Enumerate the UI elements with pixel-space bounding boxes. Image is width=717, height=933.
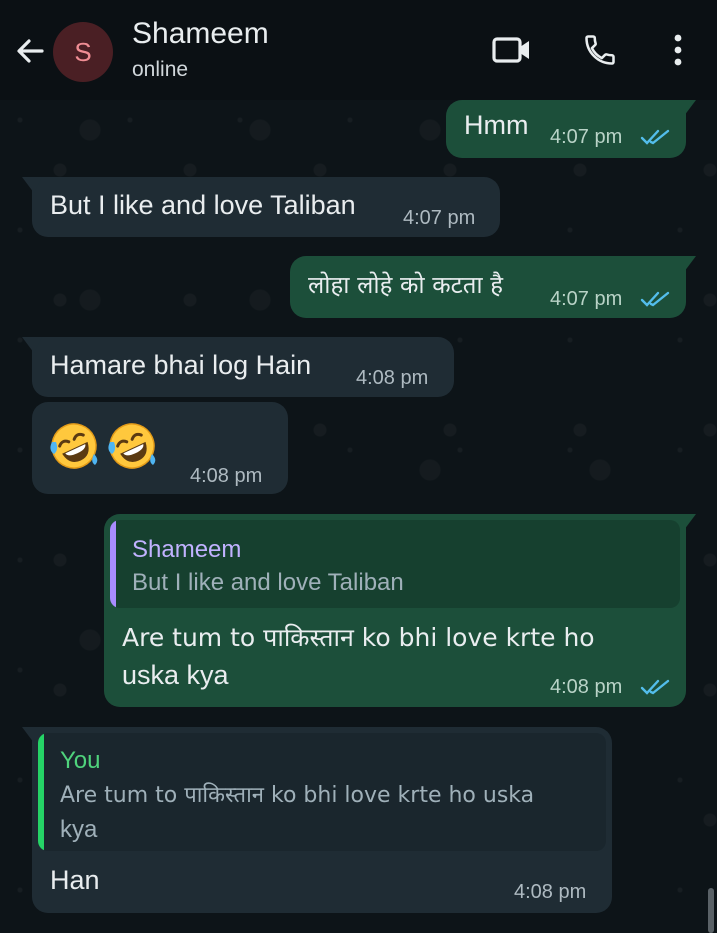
message-time: 4:08 pm xyxy=(190,465,263,487)
avatar-initial: S xyxy=(74,36,92,67)
bubble-tail xyxy=(22,337,42,353)
quote-text-line: kya xyxy=(60,816,98,843)
contact-status: online xyxy=(132,58,189,81)
message-bubble-incoming[interactable]: But I like and love Taliban 4:07 pm xyxy=(22,177,500,237)
bubble-tail xyxy=(676,256,696,272)
message-time: 4:08 pm xyxy=(550,676,623,698)
more-options-icon[interactable] xyxy=(656,28,700,72)
bubble-tail xyxy=(676,100,696,116)
message-bubble-outgoing[interactable]: Shameem But I like and love Taliban Are … xyxy=(104,514,696,707)
video-call-icon[interactable] xyxy=(490,28,534,72)
rolling-on-floor-laughing-emoji xyxy=(108,423,156,469)
message-text-line: uska kya xyxy=(122,660,229,690)
back-arrow-icon[interactable] xyxy=(12,33,48,69)
contact-name[interactable]: Shameem xyxy=(132,17,269,51)
bubble-tail xyxy=(22,177,42,193)
message-text: लोहा लोहे को कटता है xyxy=(308,271,504,299)
read-ticks-icon xyxy=(640,679,670,695)
message-bubble-incoming[interactable]: Hamare bhai log Hain 4:08 pm xyxy=(22,337,454,397)
quoted-message[interactable]: Shameem But I like and love Taliban xyxy=(110,520,680,608)
message-text: But I like and love Taliban xyxy=(50,190,356,220)
rolling-on-floor-laughing-emoji xyxy=(50,423,98,469)
message-time: 4:07 pm xyxy=(550,288,623,310)
message-bubble-incoming[interactable]: You Are tum to पाकिस्तान ko bhi love krt… xyxy=(22,727,612,913)
message-bubble-outgoing[interactable]: Hmm 4:07 pm xyxy=(446,100,696,158)
chat-header: S Shameem online xyxy=(0,0,717,100)
message-text-line: Are tum to पाकिस्तान ko bhi love krte ho xyxy=(122,623,595,652)
message-bubble-incoming[interactable]: 4:08 pm xyxy=(32,402,288,494)
scrollbar[interactable] xyxy=(708,888,714,933)
message-text: Han xyxy=(50,865,100,895)
avatar[interactable]: S xyxy=(53,22,113,82)
message-time: 4:07 pm xyxy=(403,207,476,229)
quote-accent-bar xyxy=(110,520,116,608)
voice-call-icon[interactable] xyxy=(578,28,622,72)
quoted-message[interactable]: You Are tum to पाकिस्तान ko bhi love krt… xyxy=(38,733,606,851)
quote-text: But I like and love Taliban xyxy=(132,569,404,596)
message-time: 4:08 pm xyxy=(356,367,429,389)
read-ticks-icon xyxy=(640,129,670,145)
message-text: Hamare bhai log Hain xyxy=(50,350,312,380)
quote-author: Shameem xyxy=(132,536,242,563)
read-ticks-icon xyxy=(640,291,670,307)
message-time: 4:08 pm xyxy=(514,881,587,903)
message-text: Hmm xyxy=(464,110,529,140)
quote-author: You xyxy=(60,747,101,774)
quote-accent-bar xyxy=(38,733,44,851)
quote-text-line: Are tum to पाकिस्तान ko bhi love krte ho… xyxy=(60,783,535,808)
message-time: 4:07 pm xyxy=(550,126,623,148)
message-bubble-outgoing[interactable]: लोहा लोहे को कटता है 4:07 pm xyxy=(290,256,696,318)
